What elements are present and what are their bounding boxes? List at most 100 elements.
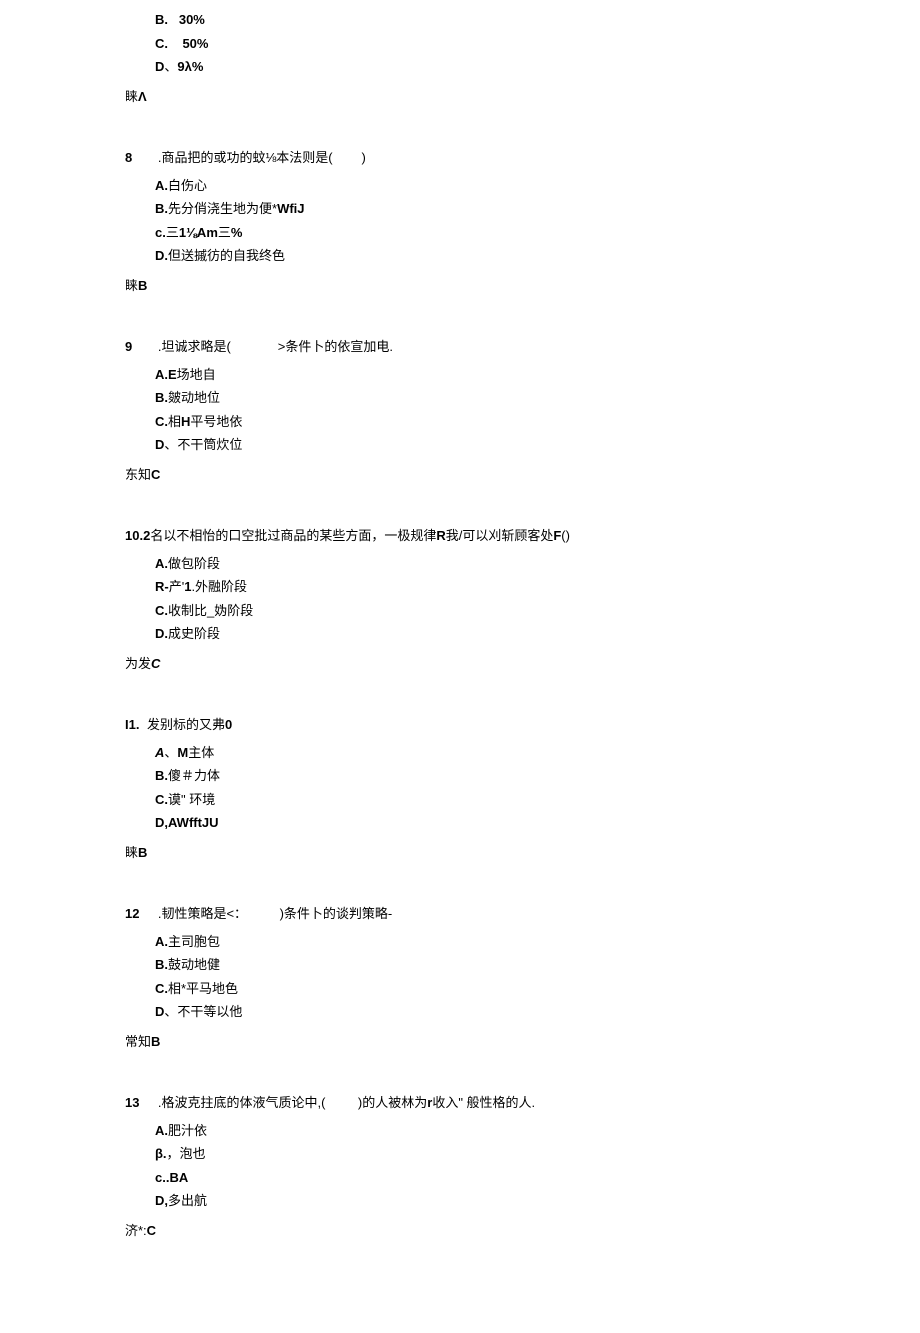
option-text: WfiJ xyxy=(277,201,304,216)
option-text: 先分俏浇生地为便* xyxy=(168,201,277,216)
option: D、不干等以他 xyxy=(155,1002,860,1022)
answer-line: 睐Λ xyxy=(125,87,860,107)
option: B.鼓动地健 xyxy=(155,955,860,975)
option: D、9λ% xyxy=(155,57,860,77)
option: D.但送摵彷的自我终色 xyxy=(155,246,860,266)
question-number: 9 xyxy=(125,337,147,357)
option-text: 主体 xyxy=(188,745,214,760)
option: R-产'1.外融阶段 xyxy=(155,577,860,597)
option-text: 产' xyxy=(169,579,184,594)
option-text: 三 xyxy=(166,225,179,240)
option: A.肥汁依 xyxy=(155,1121,860,1141)
option-text: 但送摵彷的自我终色 xyxy=(168,248,285,263)
question-stem: I1.发别标的又弗0 xyxy=(125,715,860,735)
question-text: 0 xyxy=(225,717,232,732)
answer-line: 常知B xyxy=(125,1032,860,1052)
answer-line: 睐B xyxy=(125,276,860,296)
option-text: 场地自 xyxy=(177,367,216,382)
options-list: A.白伤心B.先分俏浇生地为便*WfiJc.三1⅛Am三%D.但送摵彷的自我终色 xyxy=(125,176,860,266)
option: B.先分俏浇生地为便*WfiJ xyxy=(155,199,860,219)
option-label: B. xyxy=(155,390,168,405)
question-text: ) xyxy=(362,150,366,165)
option-label: B. xyxy=(155,12,168,27)
question-stem: 8 .商品把的或功的蚊⅛本法则是( ) xyxy=(125,148,860,168)
option-label: D xyxy=(155,59,164,74)
option: C. 50% xyxy=(155,34,860,54)
answer-prefix: 睐 xyxy=(125,845,138,860)
question-text: .韧性策略是<： xyxy=(158,906,247,921)
question-block: 9 .坦诚求略是( >条件卜的依宣加电.A.E场地自B.皴动地位C.相H平号地依… xyxy=(125,337,860,484)
option-label: B. xyxy=(155,957,168,972)
option: A、M主体 xyxy=(155,743,860,763)
option-label: C. xyxy=(155,792,168,807)
question-block: I1.发别标的又弗0A、M主体B.傻＃力体C.谟" 环境D,AWfftJU睐B xyxy=(125,715,860,862)
option-text: 1⅛Am xyxy=(179,225,218,240)
question-stem: 10.2名以不相怡的口空批过商品的某些方面，一极规律R我/可以刈斩顾客处F() xyxy=(125,526,860,546)
question-stem: 12 .韧性策略是<： )条件卜的谈判策略- xyxy=(125,904,860,924)
option-text: 相*平马地色 xyxy=(168,981,238,996)
question-number: 8 xyxy=(125,148,147,168)
option: D,多出航 xyxy=(155,1191,860,1211)
question-text: R xyxy=(436,528,445,543)
option-text: 相 xyxy=(168,414,181,429)
question-block: 13 .格波克拄底的体液气质论中,( )的人被林为r收入" 般性格的人.A.肥汁… xyxy=(125,1093,860,1240)
option-label: c. xyxy=(155,225,166,240)
option: C.相H平号地依 xyxy=(155,412,860,432)
option-text: .外融阶段 xyxy=(191,579,247,594)
option: D.成史阶段 xyxy=(155,624,860,644)
option-separator xyxy=(168,12,179,27)
option-label: A. xyxy=(155,934,168,949)
answer-value: B xyxy=(138,278,147,293)
option-separator: 、 xyxy=(164,437,177,452)
option-text: 不干等以他 xyxy=(177,1004,242,1019)
option-text: 9λ% xyxy=(177,59,203,74)
answer-value: B xyxy=(138,845,147,860)
question-text xyxy=(247,906,280,921)
option: D,AWfftJU xyxy=(155,813,860,833)
option-text: 不干筒炊位 xyxy=(177,437,242,452)
option-label: A. xyxy=(155,1123,168,1138)
answer-value: C xyxy=(151,656,160,671)
option-text: ，泡也 xyxy=(167,1146,206,1161)
option-label: R- xyxy=(155,579,169,594)
question-text: .坦诚求略是( xyxy=(158,339,231,354)
option-label: β. xyxy=(155,1146,167,1161)
question-text: 我/可以刈斩顾客处 xyxy=(446,528,554,543)
option-separator: 、 xyxy=(164,745,177,760)
option: C.谟" 环境 xyxy=(155,790,860,810)
question-text: )的人被林为 xyxy=(358,1095,427,1110)
answer-prefix: 济*: xyxy=(125,1223,147,1238)
answer-line: 东知C xyxy=(125,465,860,485)
answer-prefix: 睐 xyxy=(125,278,138,293)
question-text: 发别标的又弗 xyxy=(147,717,225,732)
question-text xyxy=(325,1095,358,1110)
option-label: D xyxy=(155,1004,164,1019)
option-label: D. xyxy=(155,626,168,641)
answer-line: 为发C xyxy=(125,654,860,674)
question-text: .格波克拄底的体液气质论中,( xyxy=(158,1095,326,1110)
answer-prefix: 为发 xyxy=(125,656,151,671)
option: A.做包阶段 xyxy=(155,554,860,574)
answer-prefix: 东知 xyxy=(125,467,151,482)
answer-line: 济*:C xyxy=(125,1221,860,1241)
option-separator xyxy=(168,36,182,51)
question-text xyxy=(333,150,362,165)
option-label: D xyxy=(155,437,164,452)
option-text: % xyxy=(231,225,243,240)
option: B. 30% xyxy=(155,10,860,30)
option: A.主司胞包 xyxy=(155,932,860,952)
option-label: D, xyxy=(155,1193,168,1208)
option-text: 鼓动地健 xyxy=(168,957,220,972)
option: C.相*平马地色 xyxy=(155,979,860,999)
question-block: 10.2名以不相怡的口空批过商品的某些方面，一极规律R我/可以刈斩顾客处F() A… xyxy=(125,526,860,673)
option: C.收制比_妫阶段 xyxy=(155,601,860,621)
answer-line: 睐B xyxy=(125,843,860,863)
option-label: A. xyxy=(155,556,168,571)
option-separator: 、 xyxy=(164,59,177,74)
option: B.皴动地位 xyxy=(155,388,860,408)
question-text xyxy=(231,339,278,354)
answer-value: Λ xyxy=(138,89,147,104)
question-text: .商品把的或功的蚊⅛本法则是( xyxy=(158,150,333,165)
option-text: 50% xyxy=(182,36,208,51)
option-text: 成史阶段 xyxy=(168,626,220,641)
